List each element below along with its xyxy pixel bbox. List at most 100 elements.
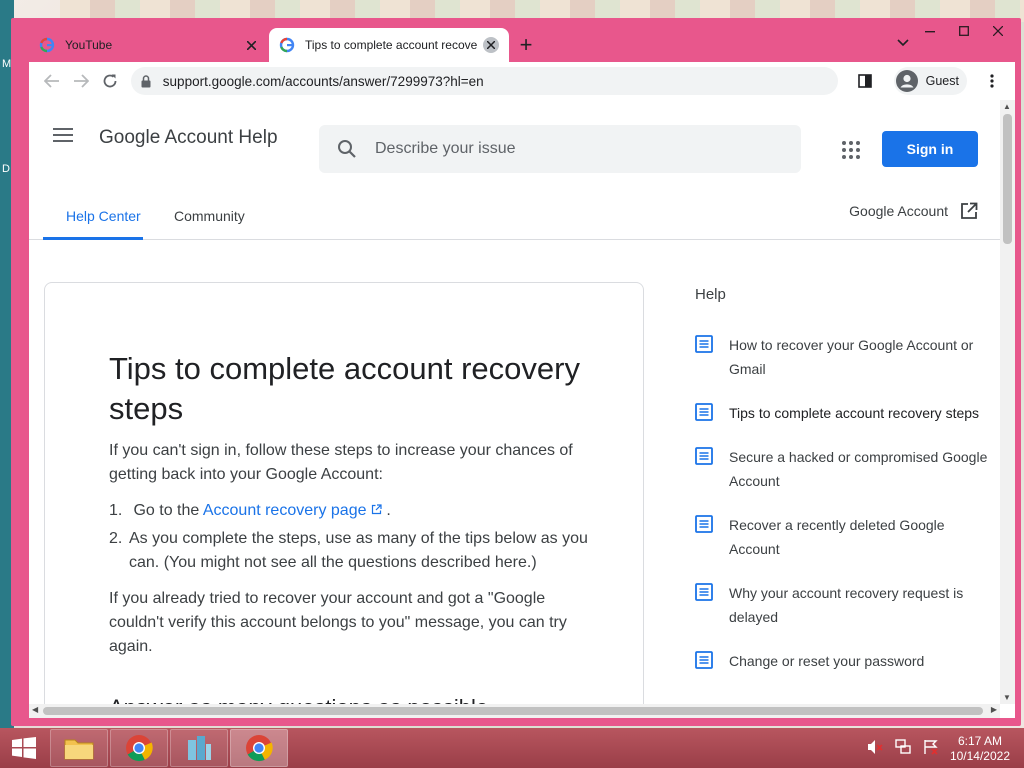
help-link-deleted-account[interactable]: Recover a recently deleted Google Accoun… bbox=[695, 513, 995, 561]
document-icon bbox=[695, 651, 713, 669]
scrollbar-thumb[interactable] bbox=[43, 707, 983, 715]
clock-time: 6:17 AM bbox=[957, 734, 1002, 748]
google-favicon-icon bbox=[39, 37, 55, 53]
help-link-text: Why your account recovery request is del… bbox=[729, 585, 964, 625]
action-center-icon[interactable] bbox=[922, 738, 940, 756]
avatar-icon bbox=[895, 70, 918, 92]
tab-community[interactable]: Community bbox=[174, 208, 245, 224]
tab-account-recovery[interactable]: Tips to complete account recove bbox=[269, 28, 509, 62]
taskbar-app[interactable] bbox=[170, 729, 228, 767]
arrow-right-icon bbox=[73, 74, 89, 88]
close-window-button[interactable] bbox=[981, 18, 1015, 44]
minimize-icon bbox=[925, 31, 935, 33]
open-in-new-icon bbox=[371, 504, 382, 515]
tab-title: Tips to complete account recove bbox=[305, 38, 478, 52]
help-link-text: Recover a recently deleted Google Accoun… bbox=[729, 517, 945, 557]
browser-menu-button[interactable] bbox=[977, 66, 1007, 96]
profile-button[interactable]: Guest bbox=[893, 67, 967, 95]
desktop-icon-label[interactable]: D bbox=[2, 163, 10, 175]
new-tab-button[interactable]: + bbox=[509, 28, 543, 62]
close-icon bbox=[487, 41, 495, 49]
taskbar-file-explorer[interactable] bbox=[50, 729, 108, 767]
help-link-hacked-account[interactable]: Secure a hacked or compromised Google Ac… bbox=[695, 445, 995, 493]
sign-in-button[interactable]: Sign in bbox=[882, 131, 978, 167]
article-body: Tips to complete account recovery steps … bbox=[109, 349, 589, 718]
scroll-down-icon[interactable]: ▼ bbox=[1003, 693, 1011, 702]
folder-icon bbox=[64, 739, 94, 760]
scroll-right-icon[interactable]: ▶ bbox=[991, 705, 997, 714]
lock-icon bbox=[141, 74, 151, 87]
network-icon[interactable] bbox=[894, 738, 912, 756]
vertical-scrollbar[interactable]: ▲ ▼ bbox=[1000, 100, 1015, 704]
help-link-reset-password[interactable]: Change or reset your password bbox=[695, 649, 995, 673]
more-vertical-icon bbox=[990, 74, 994, 88]
help-link-request-delayed[interactable]: Why your account recovery request is del… bbox=[695, 581, 995, 629]
chrome-icon bbox=[246, 735, 273, 762]
volume-muted-icon[interactable] bbox=[866, 738, 884, 756]
start-button[interactable] bbox=[0, 728, 48, 768]
document-icon bbox=[695, 583, 713, 601]
account-recovery-link-text: Account recovery page bbox=[202, 502, 367, 519]
list-item: 2. As you complete the steps, use as man… bbox=[109, 527, 589, 575]
help-link-text: Change or reset your password bbox=[729, 653, 925, 669]
tab-search-button[interactable] bbox=[897, 34, 909, 50]
help-link-text: Tips to complete account recovery steps bbox=[729, 405, 980, 421]
back-button[interactable] bbox=[37, 66, 66, 96]
help-search-input[interactable]: Describe your issue bbox=[319, 125, 801, 173]
help-link-recover-account[interactable]: How to recover your Google Account or Gm… bbox=[695, 333, 995, 381]
help-link-text: Secure a hacked or compromised Google Ac… bbox=[729, 449, 988, 489]
reload-button[interactable] bbox=[96, 66, 125, 96]
help-panel-title: Help bbox=[695, 286, 726, 303]
taskbar-chrome-active[interactable] bbox=[230, 729, 288, 767]
scroll-left-icon[interactable]: ◀ bbox=[32, 705, 38, 714]
document-icon bbox=[695, 515, 713, 533]
document-icon bbox=[695, 335, 713, 353]
site-header: Google Account Help Describe your issue … bbox=[29, 100, 1000, 176]
tab-close-button[interactable] bbox=[243, 37, 259, 53]
buildings-icon bbox=[188, 736, 211, 760]
scrollbar-thumb[interactable] bbox=[1003, 114, 1012, 244]
horizontal-scrollbar[interactable]: ◀ ▶ bbox=[29, 704, 1000, 718]
help-link-recovery-tips[interactable]: Tips to complete account recovery steps bbox=[695, 401, 995, 425]
google-account-label: Google Account bbox=[849, 203, 948, 219]
arrow-left-icon bbox=[43, 74, 59, 88]
account-recovery-link[interactable]: Account recovery page bbox=[203, 502, 382, 519]
maximize-button[interactable] bbox=[947, 18, 981, 44]
steps-list: 1. Go to the Account recovery page . 2. … bbox=[109, 499, 589, 575]
chrome-icon bbox=[126, 735, 153, 762]
article-intro: If you can't sign in, follow these steps… bbox=[109, 442, 573, 483]
tab-close-button[interactable] bbox=[483, 37, 499, 53]
forward-button[interactable] bbox=[66, 66, 95, 96]
open-in-new-icon bbox=[961, 202, 978, 219]
product-name[interactable]: Google Account Help bbox=[99, 127, 278, 149]
profile-name: Guest bbox=[925, 74, 959, 88]
url-text: support.google.com/accounts/answer/72999… bbox=[162, 73, 484, 89]
help-link-text: How to recover your Google Account or Gm… bbox=[729, 337, 974, 377]
step-text: As you complete the steps, use as many o… bbox=[129, 530, 588, 571]
system-tray bbox=[866, 738, 940, 756]
taskbar-chrome[interactable] bbox=[110, 729, 168, 767]
google-apps-icon[interactable] bbox=[841, 140, 861, 160]
step-number: 1. bbox=[109, 502, 123, 519]
close-icon bbox=[993, 26, 1003, 36]
clock-date: 10/14/2022 bbox=[949, 749, 1010, 763]
minimize-button[interactable] bbox=[913, 18, 947, 44]
window-controls bbox=[913, 18, 1015, 44]
tab-youtube[interactable]: YouTube bbox=[29, 28, 269, 62]
side-panel-icon bbox=[857, 74, 872, 88]
system-clock[interactable]: 6:17 AM 10/14/2022 bbox=[950, 734, 1010, 764]
maximize-icon bbox=[959, 26, 969, 36]
sub-navigation: Help Center Community Google Account bbox=[29, 194, 1000, 240]
document-icon bbox=[695, 447, 713, 465]
scroll-up-icon[interactable]: ▲ bbox=[1003, 102, 1011, 111]
desktop-icon-label[interactable]: M bbox=[2, 58, 11, 70]
side-panel-button[interactable] bbox=[850, 66, 880, 96]
address-bar[interactable]: support.google.com/accounts/answer/72999… bbox=[130, 67, 838, 95]
step-number: 2. bbox=[109, 530, 123, 547]
step-text: Go to the bbox=[133, 502, 203, 519]
tab-strip: YouTube Tips to complete account recove … bbox=[29, 28, 543, 62]
google-account-link[interactable]: Google Account bbox=[849, 202, 978, 220]
search-placeholder: Describe your issue bbox=[375, 140, 516, 157]
tab-help-center[interactable]: Help Center bbox=[66, 208, 141, 224]
hamburger-menu-icon[interactable] bbox=[53, 125, 73, 145]
